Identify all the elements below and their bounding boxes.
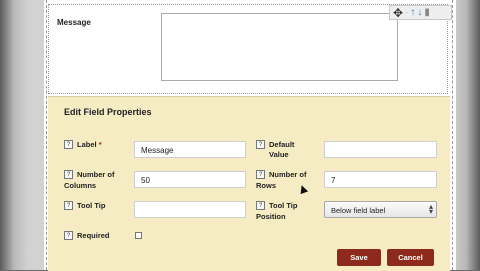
canvas-left-border (46, 0, 47, 270)
arrow-up-icon[interactable]: ↑ (410, 7, 415, 19)
num-rows-label-line2: Rows (256, 181, 277, 190)
required-checkbox[interactable] (135, 232, 142, 239)
message-textarea[interactable] (161, 13, 398, 81)
default-value-input[interactable] (324, 141, 437, 158)
required-label: Required (77, 231, 110, 240)
help-icon[interactable]: ? (64, 140, 73, 149)
tooltip-position-selected: Below field label (331, 206, 386, 215)
label-input[interactable]: Message (134, 141, 246, 158)
canvas-right-border (452, 0, 453, 270)
message-field-label: Message (57, 18, 91, 27)
arrow-down-icon[interactable]: ↓ (417, 7, 422, 19)
tooltip-position-label-line2: Position (256, 212, 286, 221)
help-icon[interactable]: ? (64, 201, 73, 210)
tooltip-position-select[interactable]: Below field label ▴ ▾ (324, 201, 437, 218)
label-field-label: Label * (77, 140, 102, 149)
tooltip-position-label: Tool Tip (269, 201, 298, 210)
save-button[interactable]: Save (337, 249, 381, 266)
trash-icon[interactable]: ▮ (424, 7, 430, 19)
required-mark: * (98, 140, 102, 149)
num-columns-label: Number of (77, 170, 115, 179)
help-icon[interactable]: ? (64, 170, 73, 179)
panel-title: Edit Field Properties (64, 107, 152, 117)
num-rows-input[interactable]: 7 (324, 171, 437, 188)
select-arrows-icon: ▴ ▾ (428, 202, 433, 216)
num-rows-label: Number of (269, 170, 307, 179)
tooltip-label: Tool Tip (77, 201, 106, 210)
divider-dot: · (405, 6, 409, 18)
move-icon[interactable]: ✥ (393, 7, 403, 19)
help-icon[interactable]: ? (256, 170, 265, 179)
num-columns-label-line2: Columns (64, 181, 97, 190)
num-columns-input[interactable]: 50 (134, 171, 246, 188)
tooltip-input[interactable] (134, 201, 246, 218)
help-icon[interactable]: ? (64, 231, 73, 240)
help-icon[interactable]: ? (256, 201, 265, 210)
help-icon[interactable]: ? (256, 140, 265, 149)
field-toolbar: ✥ · ↑ ↓ ▮ (389, 5, 452, 20)
cancel-button[interactable]: Cancel (387, 249, 434, 266)
default-value-label: Default Value (269, 140, 295, 159)
